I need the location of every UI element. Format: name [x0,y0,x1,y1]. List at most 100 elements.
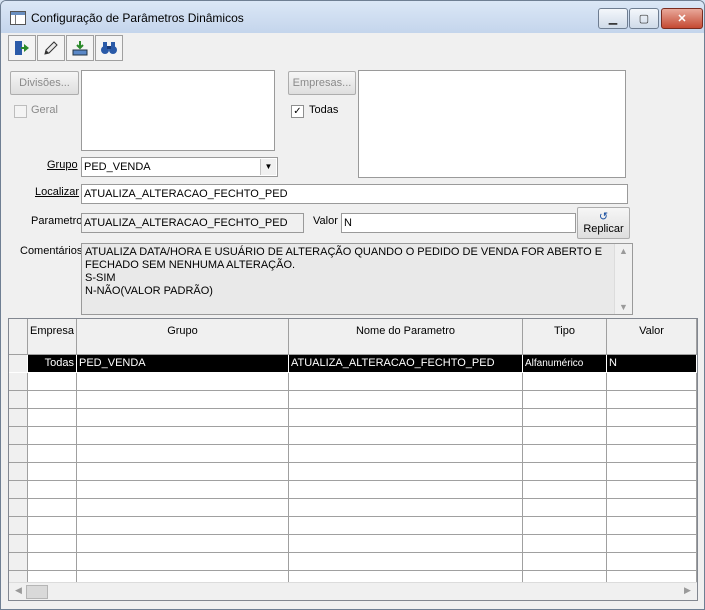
empty-cell[interactable] [289,553,523,571]
parameters-grid[interactable]: Empresa Grupo Nome do Parametro Tipo Val… [8,318,698,601]
scroll-left-icon[interactable]: ◀ [10,585,27,596]
empty-cell[interactable] [607,445,697,463]
empty-cell[interactable] [607,481,697,499]
geral-checkbox[interactable] [14,105,27,118]
empty-cell[interactable] [607,463,697,481]
empty-cell[interactable] [607,391,697,409]
empty-cell[interactable] [77,535,289,553]
empty-table-row[interactable] [9,499,697,517]
empty-cell[interactable] [77,445,289,463]
header-grupo[interactable]: Grupo [77,319,289,355]
empresas-button[interactable]: Empresas... [288,71,356,95]
localizar-input[interactable]: ATUALIZA_ALTERACAO_FECHTO_PED [81,184,628,204]
header-nome-parametro[interactable]: Nome do Parametro [289,319,523,355]
exit-button[interactable] [8,35,36,61]
empty-cell[interactable] [28,499,77,517]
cell-nome-parametro[interactable]: ATUALIZA_ALTERACAO_FECHTO_PED [289,355,523,373]
empty-cell[interactable] [77,373,289,391]
empty-cell[interactable] [28,517,77,535]
minimize-button[interactable]: ▁ [598,8,628,29]
scroll-right-icon[interactable]: ▶ [679,585,696,596]
empty-cell[interactable] [607,427,697,445]
grupo-dropdown[interactable]: PED_VENDA ▼ [81,157,278,177]
empty-cell[interactable] [523,427,607,445]
empty-cell[interactable] [77,409,289,427]
empty-cell[interactable] [77,499,289,517]
empty-cell[interactable] [523,409,607,427]
empty-cell[interactable] [523,373,607,391]
empty-cell[interactable] [28,373,77,391]
empty-cell[interactable] [28,463,77,481]
empty-cell[interactable] [28,391,77,409]
chevron-down-icon[interactable]: ▼ [260,159,276,175]
empty-table-row[interactable] [9,517,697,535]
empty-cell[interactable] [289,445,523,463]
empty-cell[interactable] [523,517,607,535]
edit-button[interactable] [37,35,65,61]
empty-cell[interactable] [28,445,77,463]
empty-cell[interactable] [523,499,607,517]
empty-cell[interactable] [28,535,77,553]
search-button[interactable] [95,35,123,61]
empty-cell[interactable] [523,445,607,463]
empty-cell[interactable] [28,481,77,499]
divisoes-list[interactable] [81,70,275,151]
empty-table-row[interactable] [9,391,697,409]
divisoes-button[interactable]: Divisões... [10,71,79,95]
scroll-down-icon[interactable]: ▼ [615,302,632,312]
empty-cell[interactable] [289,481,523,499]
empty-cell[interactable] [77,553,289,571]
cell-grupo[interactable]: PED_VENDA [77,355,289,373]
cell-empresa[interactable]: Todas [28,355,77,373]
empty-cell[interactable] [607,499,697,517]
table-row[interactable]: Todas PED_VENDA ATUALIZA_ALTERACAO_FECHT… [9,355,697,373]
cell-valor[interactable]: N [607,355,697,373]
scroll-up-icon[interactable]: ▲ [615,246,632,256]
cell-tipo[interactable]: Alfanumérico [523,355,607,373]
todas-checkbox[interactable]: ✓ [291,105,304,118]
empty-table-row[interactable] [9,535,697,553]
close-button[interactable]: ✕ [661,8,703,29]
replicar-button[interactable]: ↺ Replicar [577,207,630,239]
horizontal-scrollbar[interactable]: ◀ ▶ [9,582,697,600]
empty-cell[interactable] [289,463,523,481]
header-valor[interactable]: Valor [607,319,697,355]
empty-table-row[interactable] [9,553,697,571]
empty-cell[interactable] [289,409,523,427]
empty-cell[interactable] [523,481,607,499]
empty-cell[interactable] [289,535,523,553]
empresas-list[interactable] [358,70,626,178]
export-button[interactable] [66,35,94,61]
empty-cell[interactable] [28,427,77,445]
empty-cell[interactable] [289,391,523,409]
empty-cell[interactable] [28,553,77,571]
maximize-button[interactable]: ▢ [629,8,659,29]
comentarios-memo[interactable]: ATUALIZA DATA/HORA E USUÁRIO DE ALTERAÇÃ… [81,243,633,315]
empty-cell[interactable] [289,373,523,391]
empty-cell[interactable] [607,535,697,553]
empty-table-row[interactable] [9,409,697,427]
empty-cell[interactable] [607,409,697,427]
empty-cell[interactable] [289,499,523,517]
empty-cell[interactable] [523,463,607,481]
header-tipo[interactable]: Tipo [523,319,607,355]
empty-table-row[interactable] [9,373,697,391]
empty-cell[interactable] [523,535,607,553]
empty-table-row[interactable] [9,481,697,499]
empty-cell[interactable] [28,409,77,427]
empty-cell[interactable] [523,391,607,409]
empty-table-row[interactable] [9,445,697,463]
empty-cell[interactable] [607,517,697,535]
scroll-thumb[interactable] [26,585,48,599]
empty-cell[interactable] [607,373,697,391]
empty-cell[interactable] [289,427,523,445]
empty-cell[interactable] [77,463,289,481]
empty-cell[interactable] [77,391,289,409]
title-bar[interactable]: Configuração de Parâmetros Dinâmicos ▁ ▢… [1,1,704,33]
empty-cell[interactable] [77,517,289,535]
empty-cell[interactable] [289,517,523,535]
empty-cell[interactable] [77,481,289,499]
memo-scrollbar[interactable]: ▲ ▼ [614,244,632,314]
header-empresa[interactable]: Empresa [28,319,77,355]
empty-cell[interactable] [607,553,697,571]
